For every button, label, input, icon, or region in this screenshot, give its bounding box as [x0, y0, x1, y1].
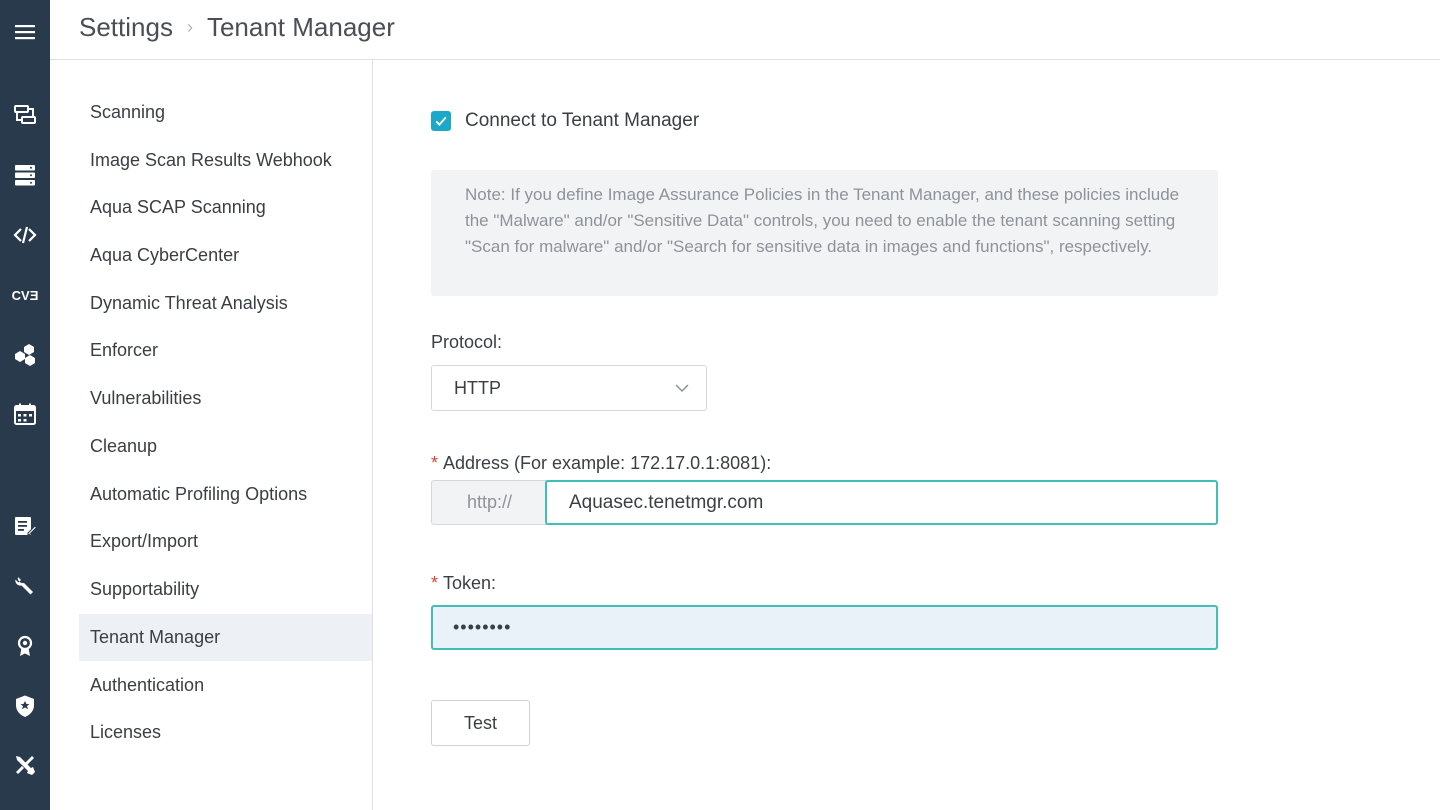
token-input-value: •••••••• [453, 617, 512, 637]
nav-item-image-scan-results-webhook[interactable]: Image Scan Results Webhook [79, 137, 372, 184]
required-mark: * [431, 573, 439, 593]
left-rail: CVƎ [0, 0, 50, 810]
check-icon [435, 116, 447, 126]
address-label-text: Address (For example: 172.17.0.1:8081): [443, 453, 772, 473]
nav-item-label: Licenses [90, 722, 162, 742]
tenant-manager-form: Connect to Tenant Manager Note: If you d… [373, 60, 1440, 810]
nav-item-aqua-scap-scanning[interactable]: Aqua SCAP Scanning [79, 184, 372, 231]
menu-icon[interactable] [12, 19, 38, 45]
nav-item-cleanup[interactable]: Cleanup [79, 423, 372, 470]
nav-item-vulnerabilities[interactable]: Vulnerabilities [79, 375, 372, 422]
nav-item-label: Enforcer [90, 340, 159, 360]
code-icon[interactable] [12, 222, 38, 248]
protocol-select-value: HTTP [454, 377, 501, 398]
nav-item-export-import[interactable]: Export/Import [79, 518, 372, 565]
breadcrumb: Settings › Tenant Manager [79, 12, 395, 43]
page-header: Settings › Tenant Manager [50, 0, 1440, 60]
token-input[interactable]: •••••••• [431, 605, 1218, 650]
tools-icon[interactable] [12, 752, 38, 778]
token-label: * Token: [431, 573, 496, 594]
cve-icon-text: CVƎ [11, 287, 39, 303]
nav-item-dynamic-threat-analysis[interactable]: Dynamic Threat Analysis [79, 280, 372, 327]
nav-item-label: Cleanup [90, 436, 158, 456]
breadcrumb-current: Tenant Manager [206, 12, 395, 42]
chevron-down-icon [675, 384, 689, 393]
nav-item-label: Automatic Profiling Options [90, 484, 308, 504]
nav-item-enforcer[interactable]: Enforcer [79, 327, 372, 374]
network-icon[interactable] [12, 102, 38, 128]
note-box: Note: If you define Image Assurance Poli… [431, 170, 1218, 296]
chevron-right-icon: › [186, 17, 193, 37]
address-label: * Address (For example: 172.17.0.1:8081): [431, 453, 771, 474]
nav-item-label: Supportability [90, 579, 200, 599]
nav-item-aqua-cybercenter[interactable]: Aqua CyberCenter [79, 232, 372, 279]
required-mark: * [431, 453, 439, 473]
test-button[interactable]: Test [431, 700, 530, 746]
nav-item-automatic-profiling-options[interactable]: Automatic Profiling Options [79, 471, 372, 518]
connect-checkbox[interactable] [431, 111, 451, 131]
nav-item-scanning[interactable]: Scanning [79, 89, 372, 136]
nav-item-label: Export/Import [90, 531, 199, 551]
settings-nav: Scanning Image Scan Results Webhook Aqua… [50, 60, 373, 810]
nav-item-supportability[interactable]: Supportability [79, 566, 372, 613]
breadcrumb-settings[interactable]: Settings [79, 12, 173, 43]
nav-item-authentication[interactable]: Authentication [79, 662, 372, 709]
protocol-label: Protocol: [431, 332, 503, 352]
nav-item-tenant-manager[interactable]: Tenant Manager [79, 614, 372, 661]
cve-icon[interactable]: CVƎ [11, 282, 39, 308]
report-icon[interactable] [12, 513, 38, 539]
protocol-select[interactable]: HTTP [431, 365, 707, 411]
nav-item-label: Authentication [90, 675, 205, 695]
servers-icon[interactable] [12, 162, 38, 188]
nav-item-label: Tenant Manager [90, 627, 221, 647]
calendar-icon[interactable] [12, 401, 38, 427]
connect-checkbox-label: Connect to Tenant Manager [465, 110, 700, 131]
badge-icon[interactable] [12, 633, 38, 659]
address-input-value: Aquasec.tenetmgr.com [569, 491, 764, 513]
nav-item-label: Aqua CyberCenter [90, 245, 240, 265]
nodes-icon[interactable] [12, 341, 38, 367]
connect-checkbox-row[interactable]: Connect to Tenant Manager [431, 110, 699, 132]
shield-icon[interactable] [12, 693, 38, 719]
address-input[interactable]: Aquasec.tenetmgr.com [545, 480, 1218, 525]
wrench-icon[interactable] [12, 573, 38, 599]
token-label-text: Token: [443, 573, 497, 593]
address-prefix: http:// [431, 480, 547, 525]
nav-item-label: Dynamic Threat Analysis [90, 293, 288, 313]
nav-item-label: Scanning [90, 102, 166, 122]
nav-item-label: Image Scan Results Webhook [90, 150, 332, 170]
nav-item-label: Vulnerabilities [90, 388, 202, 408]
nav-item-licenses[interactable]: Licenses [79, 709, 372, 756]
nav-item-label: Aqua SCAP Scanning [90, 197, 266, 217]
